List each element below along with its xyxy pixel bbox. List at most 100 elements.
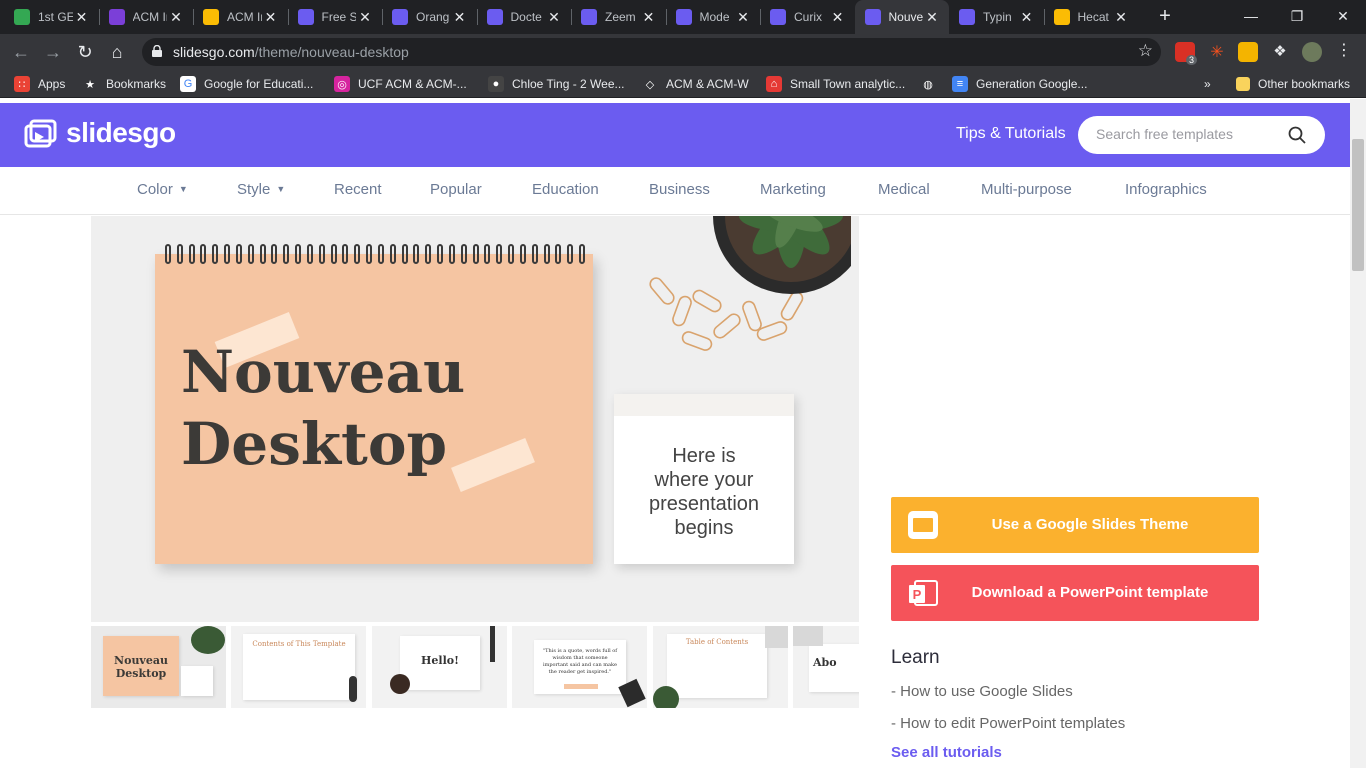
tab-title: Hecat bbox=[1077, 10, 1109, 24]
restore-button[interactable]: ❐ bbox=[1274, 0, 1320, 34]
bookmark-item[interactable]: ∷ Apps bbox=[14, 70, 65, 98]
person-icon: ● bbox=[488, 76, 504, 92]
nav-item-label: Marketing bbox=[760, 181, 826, 198]
bookmark-item[interactable]: ◍ bbox=[920, 70, 944, 98]
browser-tab[interactable]: Hecat ✕ bbox=[1044, 0, 1139, 34]
tab-close-icon[interactable]: ✕ bbox=[356, 9, 374, 26]
nav-item-medical[interactable]: Medical bbox=[878, 181, 930, 198]
nav-item-popular[interactable]: Popular bbox=[430, 181, 482, 198]
card-tape bbox=[614, 394, 794, 416]
slide-thumbnail[interactable]: Contents of This Template bbox=[231, 626, 366, 708]
nav-item-education[interactable]: Education bbox=[532, 181, 599, 198]
nav-item-recent[interactable]: Recent bbox=[334, 181, 382, 198]
tab-close-icon[interactable]: ✕ bbox=[262, 9, 280, 26]
tab-separator bbox=[287, 9, 289, 25]
bookmark-item[interactable]: G Google for Educati... bbox=[180, 70, 313, 98]
browser-tab[interactable]: Zeem ✕ bbox=[571, 0, 666, 34]
browser-tab[interactable]: ACM Ir ✕ bbox=[193, 0, 288, 34]
search-box bbox=[1078, 116, 1325, 154]
forward-button[interactable]: → bbox=[40, 39, 66, 65]
bookmark-item[interactable]: ◇ ACM & ACM-W bbox=[642, 70, 749, 98]
tab-title: Docte bbox=[510, 10, 542, 24]
ring-decoration bbox=[283, 244, 290, 264]
slide-thumbnail[interactable]: Abo bbox=[793, 626, 859, 708]
tab-close-icon[interactable]: ✕ bbox=[829, 9, 847, 26]
slidesgo-logo[interactable]: slidesgo bbox=[24, 116, 176, 150]
see-all-tutorials-link[interactable]: See all tutorials bbox=[891, 744, 1002, 761]
slide-thumbnail[interactable]: Hello! bbox=[372, 626, 507, 708]
tab-close-icon[interactable]: ✕ bbox=[1112, 9, 1130, 26]
bookmarks-overflow-button[interactable]: » bbox=[1204, 70, 1211, 98]
nav-item-multi-purpose[interactable]: Multi-purpose bbox=[981, 181, 1072, 198]
ring-decoration bbox=[165, 244, 171, 264]
browser-tab[interactable]: Typin ✕ bbox=[949, 0, 1044, 34]
address-bar[interactable]: slidesgo.com/theme/nouveau-desktop ☆ bbox=[142, 38, 1161, 66]
nav-item-color[interactable]: Color ▼ bbox=[137, 181, 188, 198]
bookmarks-bar: ∷ Apps ★ Bookmarks G Google for Educati... ◎ UC… bbox=[0, 70, 1366, 98]
tab-close-icon[interactable]: ✕ bbox=[545, 9, 563, 26]
use-google-slides-button[interactable]: Use a Google Slides Theme bbox=[891, 497, 1259, 553]
browser-menu-icon[interactable]: ⋮ bbox=[1334, 42, 1354, 62]
tab-close-icon[interactable]: ✕ bbox=[640, 9, 658, 26]
tab-close-icon[interactable]: ✕ bbox=[167, 9, 185, 26]
browser-tab[interactable]: Mode ✕ bbox=[666, 0, 761, 34]
back-button[interactable]: ← bbox=[8, 39, 34, 65]
browser-tab[interactable]: Free Sl✕ bbox=[288, 0, 383, 34]
scrollbar-thumb[interactable] bbox=[1352, 139, 1364, 271]
tab-separator bbox=[98, 9, 100, 25]
preview-title: Nouveau Desktop bbox=[181, 338, 466, 478]
new-tab-button[interactable]: + bbox=[1153, 5, 1177, 29]
tips-tutorials-link[interactable]: Tips & Tutorials bbox=[956, 125, 1066, 143]
close-window-button[interactable]: ✕ bbox=[1320, 0, 1366, 34]
tab-close-icon[interactable]: ✕ bbox=[734, 9, 752, 26]
bookmark-label: Google for Educati... bbox=[204, 77, 314, 91]
tab-close-icon[interactable]: ✕ bbox=[451, 9, 469, 26]
nav-item-infographics[interactable]: Infographics bbox=[1125, 181, 1207, 198]
bookmark-item[interactable]: ⌂ Small Town analytic... bbox=[766, 70, 905, 98]
browser-tab[interactable]: Nouve ✕ bbox=[854, 0, 949, 34]
minimize-button[interactable]: — bbox=[1228, 0, 1274, 34]
extension-badge-icon[interactable]: 3 bbox=[1175, 42, 1197, 65]
learn-link-google-slides[interactable]: - How to use Google Slides bbox=[891, 683, 1073, 700]
acrobat-extension-icon[interactable]: ✳ bbox=[1207, 42, 1227, 62]
nav-item-business[interactable]: Business bbox=[649, 181, 710, 198]
slide-thumbnail[interactable]: Table of Contents bbox=[653, 626, 788, 708]
notes-extension-icon[interactable] bbox=[1238, 42, 1258, 62]
tab-favicon-icon bbox=[392, 9, 408, 25]
tab-separator bbox=[760, 9, 761, 25]
bookmark-label: Small Town analytic... bbox=[790, 77, 906, 91]
bookmark-item[interactable]: ◎ UCF ACM & ACM-... bbox=[334, 70, 467, 98]
template-preview[interactable]: Nouveau Desktop Here is where your prese… bbox=[91, 216, 859, 622]
other-bookmarks-folder[interactable]: Other bookmarks bbox=[1236, 70, 1350, 98]
browser-tab[interactable]: Docte ✕ bbox=[477, 0, 572, 34]
ring-decoration bbox=[200, 244, 207, 264]
nav-item-marketing[interactable]: Marketing bbox=[760, 181, 826, 198]
bookmark-item[interactable]: ● Chloe Ting - 2 Wee... bbox=[488, 70, 625, 98]
bookmark-item[interactable]: ★ Bookmarks bbox=[82, 70, 166, 98]
bookmark-label: Bookmarks bbox=[106, 77, 167, 91]
browser-tab[interactable]: Curix ✕ bbox=[760, 0, 855, 34]
profile-avatar[interactable] bbox=[1302, 42, 1322, 62]
browser-tab[interactable]: Orang ✕ bbox=[382, 0, 477, 34]
slide-thumbnail[interactable]: "This is a quote, words full of wisdom t… bbox=[512, 626, 647, 708]
ring-decoration bbox=[342, 244, 349, 264]
tab-close-icon[interactable]: ✕ bbox=[73, 9, 91, 26]
page-scrollbar[interactable] bbox=[1350, 99, 1366, 768]
browser-tab[interactable]: 1st GE ✕ bbox=[4, 0, 99, 34]
extensions-puzzle-icon[interactable]: ❖ bbox=[1270, 42, 1290, 62]
tab-close-icon[interactable]: ✕ bbox=[1018, 9, 1036, 26]
nav-item-style[interactable]: Style ▼ bbox=[237, 181, 285, 198]
search-icon[interactable] bbox=[1288, 126, 1306, 144]
nav-item-label: Business bbox=[649, 181, 710, 198]
bookmark-star-icon[interactable]: ☆ bbox=[1138, 41, 1153, 61]
bookmark-item[interactable]: ≡ Generation Google... bbox=[952, 70, 1087, 98]
home-button[interactable]: ⌂ bbox=[104, 39, 130, 65]
learn-link-powerpoint[interactable]: - How to edit PowerPoint templates bbox=[891, 715, 1125, 732]
ring-decoration bbox=[484, 244, 491, 264]
browser-tab[interactable]: ACM Ir ✕ bbox=[99, 0, 194, 34]
download-powerpoint-button[interactable]: P Download a PowerPoint template bbox=[891, 565, 1259, 621]
reload-button[interactable]: ↻ bbox=[72, 39, 98, 65]
slide-thumbnail[interactable]: Nouveau Desktop bbox=[91, 626, 226, 708]
search-input[interactable] bbox=[1096, 126, 1286, 142]
tab-close-icon[interactable]: ✕ bbox=[923, 9, 941, 26]
